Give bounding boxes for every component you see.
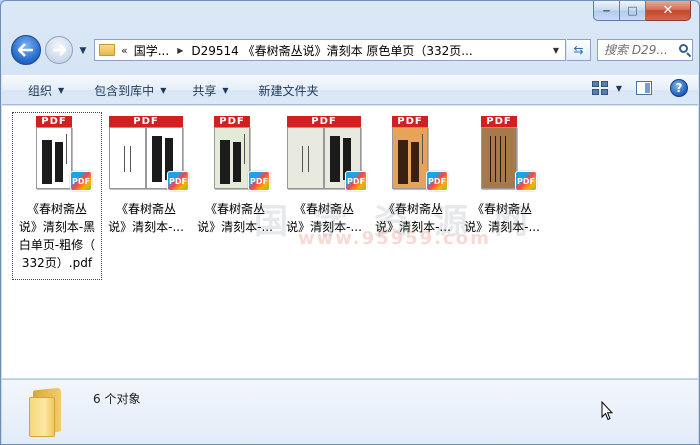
- page-preview: [481, 127, 517, 189]
- page-preview: [392, 127, 428, 189]
- organize-label: 组织: [28, 83, 53, 98]
- close-icon: ✕: [662, 3, 674, 18]
- refresh-icon: ⇆: [573, 43, 584, 57]
- breadcrumb-overflow[interactable]: «: [121, 44, 128, 57]
- pdf-thumbnail: PDF PDF: [467, 114, 537, 196]
- preview-pane-icon[interactable]: [636, 81, 652, 95]
- breadcrumb-item-guoxue[interactable]: 国学...: [134, 42, 169, 59]
- help-icon[interactable]: ?: [670, 79, 688, 97]
- pdf-file-icon: PDF: [345, 171, 367, 191]
- new-folder-button[interactable]: 新建文件夹: [249, 78, 329, 102]
- pdf-thumbnail: PDF PDF: [200, 114, 270, 196]
- pdf-tab-label: PDF: [287, 116, 361, 127]
- forward-button[interactable]: [45, 36, 73, 64]
- file-name: 《春树斋丛 说》清刻本-...: [286, 202, 362, 234]
- folder-icon: [99, 44, 115, 56]
- file-name: 《春树斋丛 说》清刻本-黑 白单页-粗修（ 332页）.pdf: [18, 202, 96, 270]
- file-list-area[interactable]: PDF PDF 《春树斋丛 说》清刻本-黑 白单页-粗修（ 332页）.pdf: [2, 106, 698, 378]
- chevron-down-icon: ▼: [222, 85, 229, 95]
- pdf-tab-label: PDF: [214, 116, 250, 127]
- pdf-file-icon: PDF: [515, 171, 537, 191]
- minimize-button[interactable]: ‒: [593, 1, 620, 21]
- file-item[interactable]: PDF PDF 《春树斋丛 说》清刻本-...: [280, 113, 368, 279]
- navigation-bar: ▼ « 国学... ▶ D29514 《春树斋丛说》清刻本 原色单页（332页.…: [9, 35, 693, 65]
- page-preview: [109, 127, 146, 189]
- file-item[interactable]: PDF PDF 《春树斋丛 说》清刻本-...: [102, 113, 190, 279]
- change-view-icon[interactable]: [591, 81, 608, 95]
- pdf-file-icon: PDF: [167, 171, 189, 191]
- maximize-icon: □: [627, 4, 638, 17]
- command-bar: 组织 ▼ 包含到库中 ▼ 共享 ▼ 新建文件夹 ▼ ?: [2, 75, 698, 105]
- chevron-down-icon: ▼: [160, 85, 167, 95]
- back-arrow-icon: [18, 43, 33, 57]
- chevron-down-icon: ▼: [79, 46, 87, 56]
- pdf-thumbnail: PDF PDF: [22, 114, 92, 196]
- file-item[interactable]: PDF PDF 《春树斋丛 说》清刻本-...: [191, 113, 279, 279]
- pdf-tab-label: PDF: [36, 116, 72, 127]
- share-menu[interactable]: 共享 ▼: [182, 78, 238, 102]
- file-item[interactable]: PDF PDF 《春树斋丛 说》清刻本-...: [458, 113, 546, 279]
- item-count: 6 个对象: [93, 392, 141, 406]
- file-grid: PDF PDF 《春树斋丛 说》清刻本-黑 白单页-粗修（ 332页）.pdf: [12, 112, 547, 280]
- pdf-file-icon: PDF: [248, 171, 270, 191]
- organize-menu[interactable]: 组织 ▼: [18, 78, 74, 102]
- command-bar-right: ▼ ?: [591, 79, 688, 97]
- share-label: 共享: [192, 83, 217, 98]
- pdf-thumbnail: PDF PDF: [106, 114, 189, 196]
- pdf-tab-label: PDF: [481, 116, 517, 127]
- view-dropdown-icon[interactable]: ▼: [616, 84, 622, 93]
- pdf-thumbnail: PDF PDF: [284, 114, 367, 196]
- page-preview: [36, 127, 72, 189]
- details-pane: 6 个对象: [2, 379, 698, 444]
- back-button[interactable]: [11, 35, 41, 65]
- breadcrumb-item-current[interactable]: D29514 《春树斋丛说》清刻本 原色单页（332页...: [191, 42, 472, 59]
- breadcrumb-separator-icon[interactable]: ▶: [177, 46, 183, 55]
- close-button[interactable]: ✕: [646, 1, 691, 21]
- minimize-icon: ‒: [602, 4, 611, 17]
- chevron-down-icon: ▼: [58, 85, 65, 95]
- refresh-button[interactable]: ⇆: [567, 39, 591, 61]
- recent-pages-button[interactable]: ▼: [77, 45, 89, 57]
- file-name: 《春树斋丛 说》清刻本-...: [375, 202, 451, 234]
- pdf-file-icon: PDF: [70, 171, 92, 191]
- caption-buttons: ‒ □ ✕: [593, 1, 691, 21]
- address-dropdown-icon[interactable]: ▼: [553, 46, 559, 55]
- maximize-button[interactable]: □: [620, 1, 646, 21]
- file-item[interactable]: PDF PDF 《春树斋丛 说》清刻本-黑 白单页-粗修（ 332页）.pdf: [12, 112, 102, 280]
- search-icon[interactable]: [678, 43, 692, 58]
- include-in-library-menu[interactable]: 包含到库中 ▼: [84, 78, 176, 102]
- page-preview: [287, 127, 324, 189]
- explorer-window: ‒ □ ✕ ▼ « 国学... ▶ D29514 《春树斋丛说》清刻本 原色单页…: [0, 0, 700, 445]
- address-bar[interactable]: « 国学... ▶ D29514 《春树斋丛说》清刻本 原色单页（332页...…: [94, 39, 566, 61]
- file-item[interactable]: PDF PDF 《春树斋丛 说》清刻本-...: [369, 113, 457, 279]
- mouse-cursor-icon: [601, 401, 613, 421]
- page-preview: [214, 127, 250, 189]
- search-input[interactable]: [604, 43, 678, 57]
- folder-icon: [29, 387, 65, 437]
- new-folder-label: 新建文件夹: [258, 83, 319, 98]
- pdf-tab-label: PDF: [392, 116, 428, 127]
- pdf-tab-label: PDF: [109, 116, 183, 127]
- file-name: 《春树斋丛 说》清刻本-...: [108, 202, 184, 234]
- search-box: [597, 39, 693, 61]
- pdf-thumbnail: PDF PDF: [378, 114, 448, 196]
- file-name: 《春树斋丛 说》清刻本-...: [197, 202, 273, 234]
- include-in-library-label: 包含到库中: [94, 83, 155, 98]
- file-name: 《春树斋丛 说》清刻本-...: [464, 202, 540, 234]
- forward-arrow-icon: [53, 44, 66, 56]
- pdf-file-icon: PDF: [426, 171, 448, 191]
